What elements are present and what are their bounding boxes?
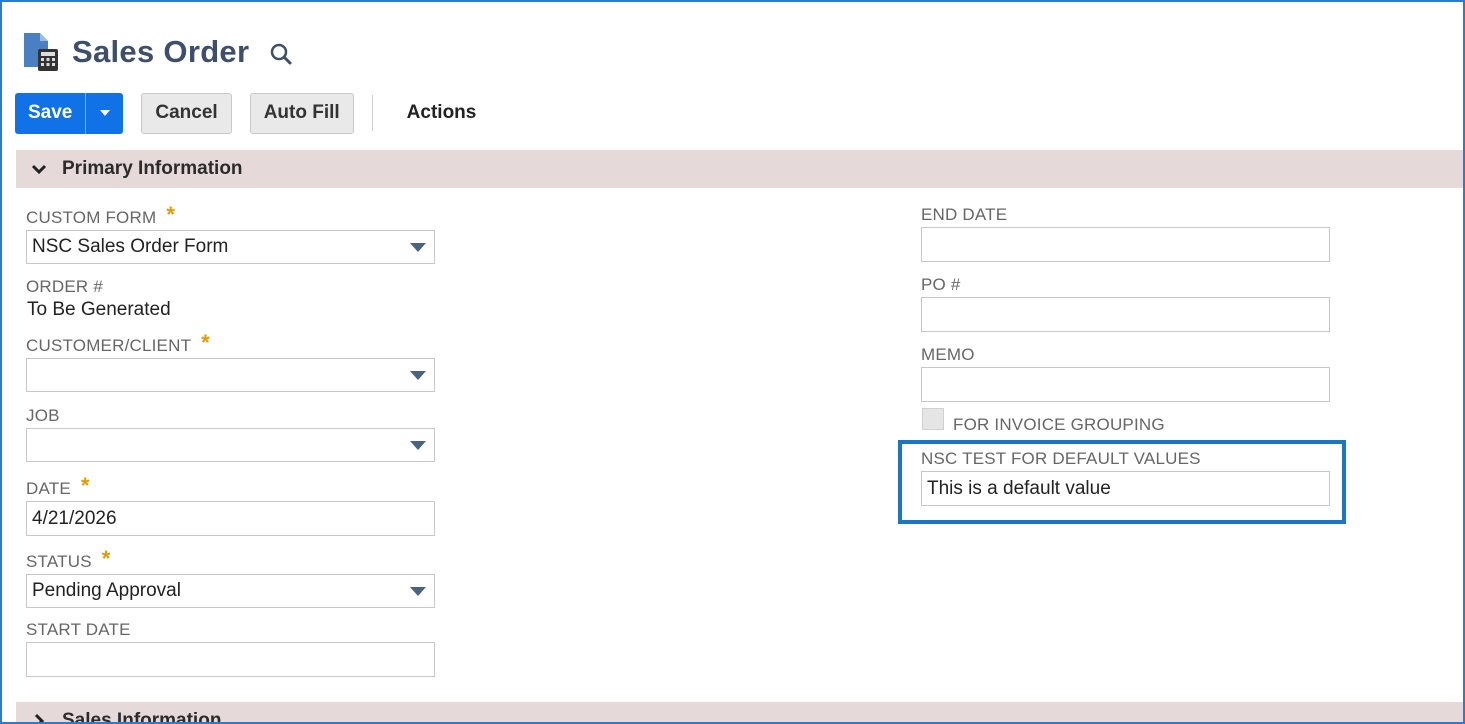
date-field: DATE * xyxy=(26,473,90,500)
po-input[interactable] xyxy=(921,297,1330,332)
start-date-label: START DATE xyxy=(26,620,131,639)
required-marker: * xyxy=(80,473,90,498)
save-dropdown-button[interactable] xyxy=(86,93,123,134)
search-icon[interactable] xyxy=(269,42,293,66)
po-label: PO # xyxy=(921,275,961,294)
job-label: JOB xyxy=(26,406,60,425)
dropdown-arrow-icon xyxy=(410,587,426,596)
status-label: STATUS xyxy=(26,552,92,571)
window-frame: Sales Order Save Cancel Auto Fill Action… xyxy=(0,0,1465,724)
custom-form-value: NSC Sales Order Form xyxy=(32,236,229,257)
save-button-group: Save xyxy=(15,92,124,134)
customer-field: CUSTOMER/CLIENT * xyxy=(26,330,210,357)
dropdown-arrow-icon xyxy=(410,371,426,380)
po-field: PO # xyxy=(921,274,961,296)
dropdown-arrow-icon xyxy=(410,441,426,450)
invoice-grouping-checkbox[interactable] xyxy=(922,408,944,430)
status-value: Pending Approval xyxy=(32,580,181,601)
job-field: JOB xyxy=(26,405,60,427)
end-date-label: END DATE xyxy=(921,205,1008,224)
customer-select[interactable] xyxy=(26,358,435,392)
order-number-value: To Be Generated xyxy=(27,299,171,320)
page-header: Sales Order xyxy=(22,30,293,74)
section-title: Sales Information xyxy=(62,710,222,724)
start-date-input[interactable] xyxy=(26,642,435,677)
end-date-field: END DATE xyxy=(921,204,1007,226)
date-value: 4/21/2026 xyxy=(32,507,117,529)
section-sales-information[interactable]: Sales Information xyxy=(16,702,1463,724)
auto-fill-button[interactable]: Auto Fill xyxy=(249,92,354,134)
memo-input[interactable] xyxy=(921,367,1330,402)
required-marker: * xyxy=(201,330,210,355)
required-marker: * xyxy=(101,546,111,571)
status-select[interactable]: Pending Approval xyxy=(26,574,435,608)
end-date-input[interactable] xyxy=(921,227,1330,262)
chevron-right-icon xyxy=(16,713,62,722)
section-primary-information[interactable]: Primary Information xyxy=(16,150,1463,188)
invoice-grouping-field: FOR INVOICE GROUPING xyxy=(953,414,1165,436)
chevron-down-icon xyxy=(16,163,62,175)
highlight-box xyxy=(898,440,1346,524)
date-label: DATE xyxy=(26,479,71,498)
custom-form-select[interactable]: NSC Sales Order Form xyxy=(26,230,435,264)
customer-label: CUSTOMER/CLIENT xyxy=(26,336,192,355)
dropdown-arrow-icon xyxy=(410,243,426,252)
custom-form-label: CUSTOM FORM xyxy=(26,208,157,227)
caret-down-icon xyxy=(99,110,110,116)
actions-menu[interactable]: Actions xyxy=(407,102,477,124)
order-number-label: ORDER # xyxy=(26,277,103,296)
job-select[interactable] xyxy=(26,428,435,462)
order-number-field: ORDER # xyxy=(26,276,103,298)
date-input[interactable]: 4/21/2026 xyxy=(26,501,435,536)
custom-form-field: CUSTOM FORM * xyxy=(26,202,176,229)
memo-field: MEMO xyxy=(921,344,975,366)
page-title: Sales Order xyxy=(72,34,250,69)
required-marker: * xyxy=(166,202,176,227)
memo-label: MEMO xyxy=(921,345,975,364)
save-button[interactable]: Save xyxy=(15,92,87,134)
cancel-button[interactable]: Cancel xyxy=(141,92,232,134)
toolbar: Save Cancel Auto Fill Actions xyxy=(15,92,476,134)
invoice-grouping-label: FOR INVOICE GROUPING xyxy=(953,415,1165,434)
field-label: CUSTOM FORM * xyxy=(26,202,176,229)
start-date-field: START DATE xyxy=(26,619,131,641)
section-title: Primary Information xyxy=(62,158,243,179)
toolbar-divider xyxy=(371,95,373,131)
status-field: STATUS * xyxy=(26,546,111,573)
document-calculator-icon xyxy=(22,31,60,73)
